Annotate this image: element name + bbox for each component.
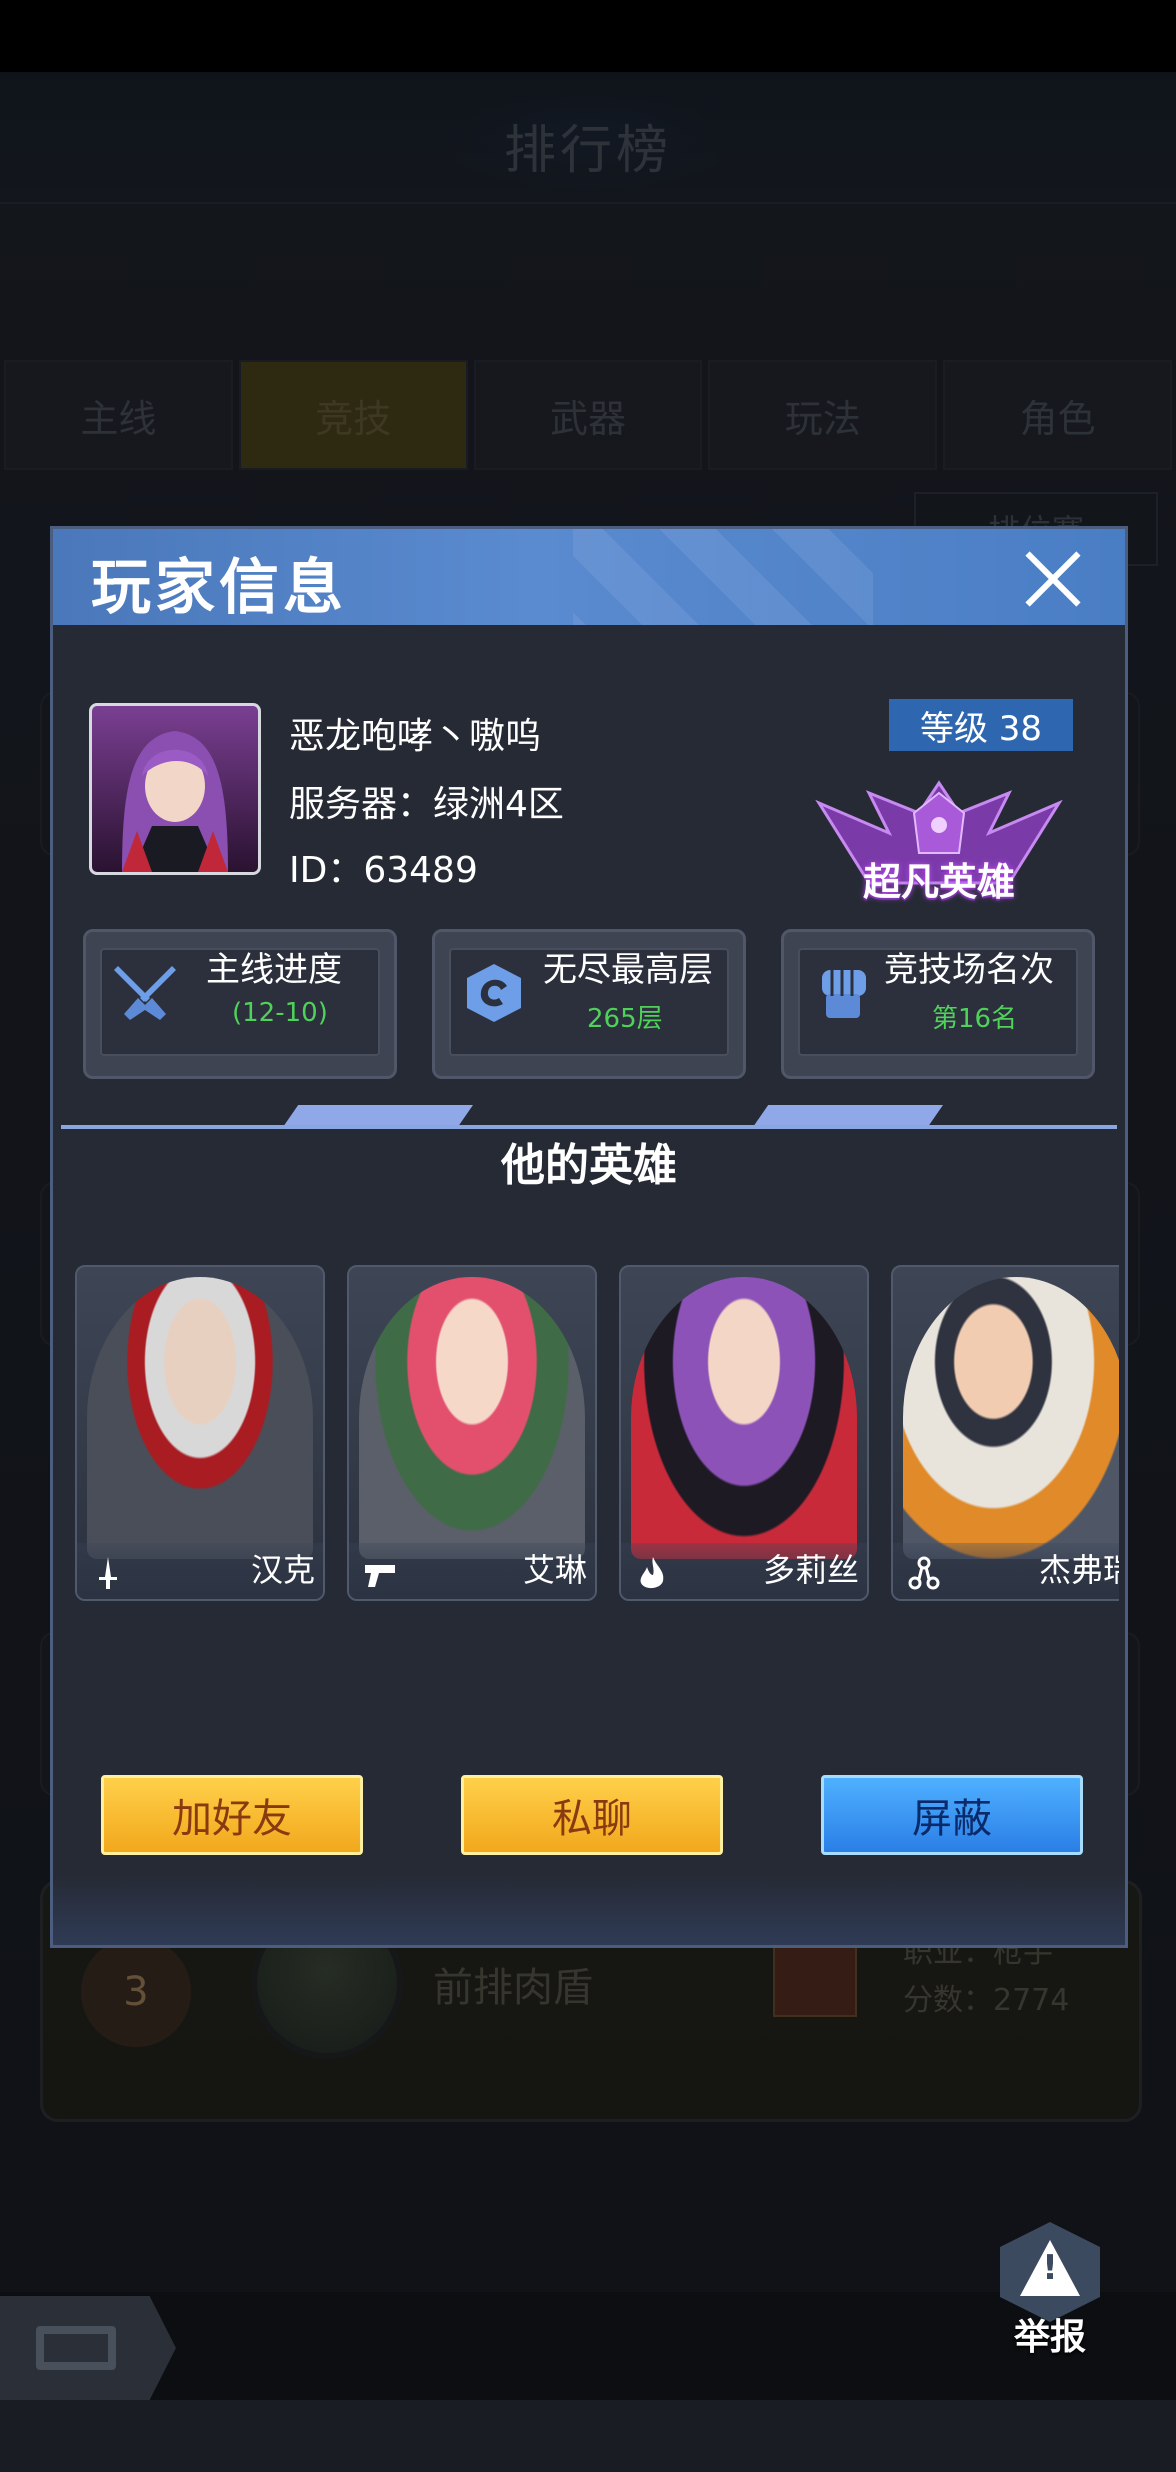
- spiral-icon: [467, 964, 521, 1022]
- sword-icon: [99, 1557, 117, 1589]
- hero-card[interactable]: 多莉丝: [619, 1265, 869, 1601]
- stat-card-endless: 无尽最高层 265层: [432, 929, 746, 1079]
- hero-card[interactable]: 汉克: [75, 1265, 325, 1601]
- server-label: 服务器：绿洲4区: [289, 784, 564, 825]
- stat-value: (12-10): [232, 998, 328, 1028]
- stat-label: 主线进度: [206, 950, 342, 990]
- report-button[interactable]: ! 举报: [994, 2222, 1106, 2362]
- hero-card[interactable]: 杰弗瑞: [891, 1265, 1119, 1601]
- hero-list[interactable]: 汉克 艾琳 多莉丝 杰弗瑞: [75, 1265, 1119, 1605]
- status-bar: [0, 0, 1176, 72]
- dialog-header: 玩家信息: [53, 529, 1125, 625]
- player-id: ID：63489: [289, 850, 478, 891]
- hero-portrait: [631, 1277, 857, 1559]
- flame-icon: [640, 1557, 664, 1589]
- divider-accent: [283, 1105, 473, 1127]
- player-name: 恶龙咆哮丶嗷呜: [289, 716, 542, 757]
- avatar-portrait: [122, 731, 228, 872]
- stat-card-arena: 竞技场名次 第16名: [781, 929, 1095, 1079]
- hero-portrait: [903, 1277, 1119, 1559]
- hero-card[interactable]: 艾琳: [347, 1265, 597, 1601]
- hero-portrait: [87, 1277, 313, 1559]
- level-badge: 等级 38: [889, 699, 1073, 751]
- header-pattern: [573, 529, 873, 625]
- rank-title: 超凡英雄: [862, 860, 1015, 904]
- stat-value: 265层: [587, 1004, 663, 1034]
- dialog-title: 玩家信息: [91, 553, 347, 623]
- heroes-section-title: 他的英雄: [501, 1140, 677, 1191]
- player-info-dialog: 玩家信息 恶龙咆哮丶嗷呜 服务器：绿洲4区 ID：63489 等级 38 超凡英…: [50, 526, 1128, 1948]
- private-chat-button[interactable]: 私聊: [461, 1775, 723, 1855]
- pistol-icon: [365, 1565, 395, 1587]
- block-button[interactable]: 屏蔽: [821, 1775, 1083, 1855]
- report-label: 举报: [1013, 2317, 1086, 2358]
- back-arrow-icon: [36, 2326, 116, 2370]
- stat-label: 无尽最高层: [543, 950, 713, 990]
- player-avatar[interactable]: [89, 703, 261, 875]
- hero-name: 艾琳: [522, 1551, 587, 1589]
- hero-name: 杰弗瑞: [1039, 1551, 1119, 1589]
- hero-name: 多莉丝: [762, 1551, 859, 1589]
- stat-card-mainline: 主线进度 (12-10): [83, 929, 397, 1079]
- exclamation-icon: !: [1042, 2248, 1058, 2288]
- add-friend-button[interactable]: 加好友: [101, 1775, 363, 1855]
- rank-emblem: 超凡英雄: [809, 773, 1069, 913]
- back-button[interactable]: [0, 2296, 176, 2400]
- fist-icon: [822, 970, 866, 1018]
- crossed-swords-icon: [114, 966, 176, 1020]
- node-icon: [908, 1556, 940, 1590]
- hero-portrait: [359, 1277, 585, 1559]
- divider-accent: [753, 1105, 943, 1127]
- hero-name: 汉克: [250, 1551, 315, 1589]
- stat-label: 竞技场名次: [884, 950, 1054, 990]
- stat-value: 第16名: [932, 1004, 1018, 1034]
- close-icon[interactable]: [1023, 549, 1083, 609]
